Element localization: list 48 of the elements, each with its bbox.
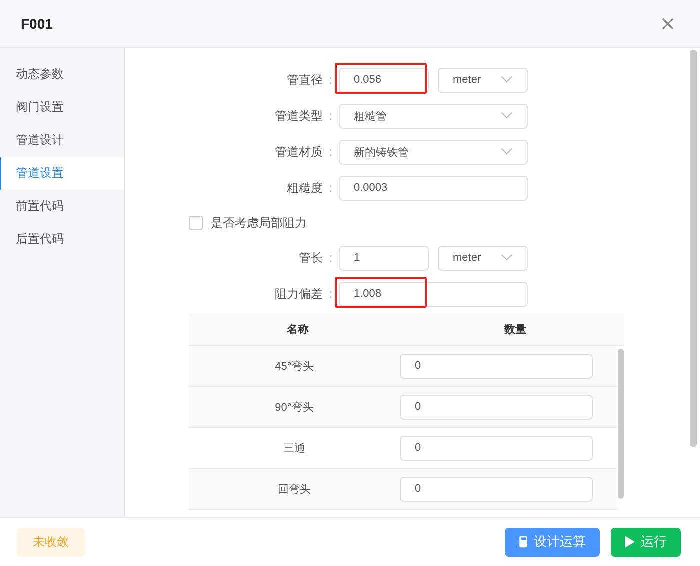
scrollbar[interactable] — [618, 349, 624, 499]
column-header: 名称 — [286, 322, 310, 338]
field-label: 管道类型 — [274, 108, 323, 124]
unit-select[interactable]: meter — [438, 246, 528, 270]
chevron-down-icon — [501, 254, 513, 262]
checkbox-label: 是否考虑局部阻力 — [211, 214, 307, 232]
select-field[interactable]: 新的铸铁管 — [339, 140, 528, 164]
table-cell-text: 45°弯头 — [274, 360, 315, 374]
input-field[interactable]: 1.008 — [339, 282, 528, 306]
window-title: F001 — [21, 16, 53, 32]
colon: : — [328, 287, 334, 301]
table-cell-text: 三通 — [282, 442, 306, 456]
quantity-field[interactable]: 0 — [400, 394, 593, 420]
sidebar-item[interactable]: 前置代码 — [0, 190, 124, 223]
close-icon[interactable] — [662, 18, 674, 30]
scrollbar[interactable] — [690, 50, 697, 447]
column-header: 数量 — [503, 323, 528, 338]
sidebar-item[interactable]: 管道设计 — [0, 124, 124, 157]
sidebar-item[interactable]: 后置代码 — [0, 223, 124, 256]
field-label: 阻力偏差 — [274, 286, 323, 302]
sidebar-item[interactable]: 动态参数 — [0, 58, 124, 91]
quantity-field[interactable]: 0 — [400, 354, 593, 378]
table-cell-text: 90°弯头 — [274, 400, 315, 414]
chevron-down-icon — [501, 148, 513, 156]
checkbox[interactable] — [189, 216, 203, 230]
quantity-field[interactable]: 0 — [400, 436, 593, 460]
quantity-field[interactable]: 0 — [400, 476, 593, 502]
input-field[interactable]: 0.056 — [339, 68, 429, 92]
input-field[interactable]: 0.0003 — [339, 176, 528, 200]
field-label: 管直径 — [286, 72, 323, 88]
status-badge: 未收敛 — [17, 528, 85, 556]
colon: : — [328, 181, 334, 195]
field-label: 管长 — [298, 250, 323, 266]
chevron-down-icon — [501, 112, 513, 120]
colon: : — [328, 73, 334, 87]
colon: : — [328, 251, 334, 265]
play-icon — [625, 536, 635, 548]
table-cell-text: 回弯头 — [277, 482, 312, 496]
select-field[interactable]: 粗糙管 — [339, 104, 528, 128]
input-field[interactable]: 1 — [339, 246, 429, 270]
unit-select[interactable]: meter — [438, 68, 528, 92]
colon: : — [328, 109, 334, 123]
chevron-down-icon — [501, 76, 513, 84]
field-label: 管道材质 — [274, 144, 323, 160]
colon: : — [328, 145, 334, 159]
field-label: 粗糙度 — [286, 180, 323, 196]
calculator-icon — [519, 536, 528, 548]
sidebar-item[interactable]: 阀门设置 — [0, 91, 124, 124]
